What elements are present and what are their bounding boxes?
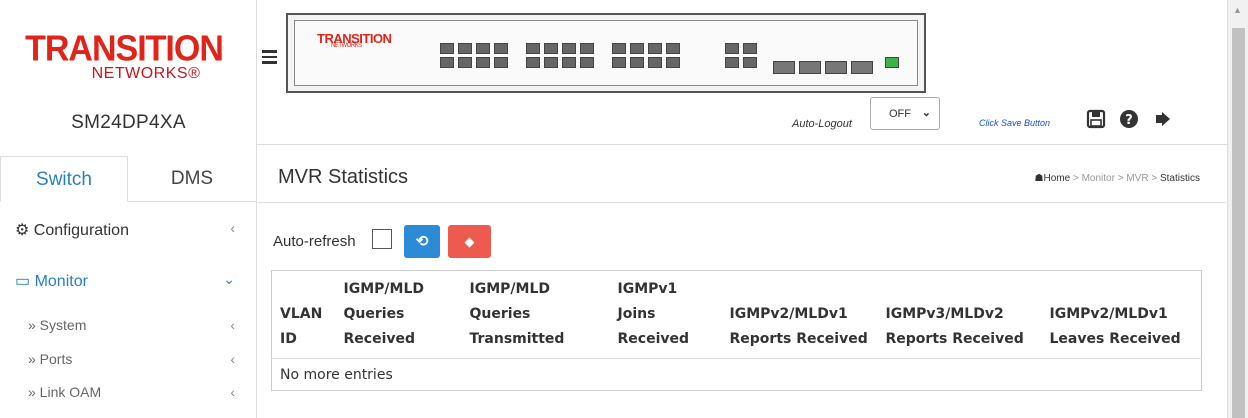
auto-logout-value: OFF — [889, 108, 911, 120]
top-bar: TRANSITION NETWORKS Auto-Logout OFF ⌄ Clic… — [257, 0, 1227, 145]
divider — [258, 202, 1226, 203]
svg-text:?: ? — [1125, 113, 1133, 128]
port — [580, 43, 594, 54]
sfp-port — [851, 61, 873, 74]
auto-refresh-checkbox[interactable] — [372, 229, 392, 249]
tab-dms[interactable]: DMS — [128, 156, 256, 202]
breadcrumb: ☗Home > Monitor > MVR > Statistics — [1034, 173, 1200, 184]
col-vlan-id: VLAN ID — [271, 270, 336, 359]
port — [648, 57, 662, 68]
sfp-port — [773, 61, 795, 74]
chevron-down-icon: ⌄ — [223, 271, 235, 287]
logo-text: TRANSITION — [25, 29, 224, 69]
port — [494, 43, 508, 54]
port — [612, 43, 626, 54]
chevron-left-icon: ‹ — [230, 317, 235, 333]
port — [630, 43, 644, 54]
scrollbar[interactable]: ▲ — [1227, 0, 1248, 418]
breadcrumb-home[interactable]: ☗Home — [1035, 173, 1071, 184]
hamburger-menu-icon[interactable] — [262, 50, 277, 64]
port — [494, 57, 508, 68]
port — [612, 57, 626, 68]
chevron-left-icon: ‹ — [230, 384, 235, 400]
submenu-system-label: » System — [28, 317, 87, 333]
auto-logout-label: Auto-Logout — [792, 118, 852, 130]
breadcrumb-monitor[interactable]: Monitor — [1082, 173, 1115, 184]
auto-refresh-label: Auto-refresh — [273, 233, 356, 250]
gear-icon: ⚙ — [15, 222, 30, 239]
scroll-up-icon[interactable]: ▲ — [1233, 5, 1242, 15]
sfp-port — [825, 61, 847, 74]
sfp-port — [799, 61, 821, 74]
chevron-down-icon: ⌄ — [921, 107, 931, 119]
port — [440, 57, 454, 68]
breadcrumb-mvr[interactable]: MVR — [1126, 173, 1148, 184]
port — [458, 43, 472, 54]
empty-message: No more entries — [280, 366, 393, 383]
menu-monitor-label: ▭ Monitor — [15, 273, 88, 290]
port — [630, 57, 644, 68]
table-header-row: VLAN ID IGMP/MLD Queries Received IGMP/M… — [271, 270, 1202, 359]
chevron-left-icon: ‹ — [230, 351, 235, 367]
breadcrumb-current: Statistics — [1159, 173, 1200, 184]
sidebar: TRANSITION NETWORKS® SM24DP4XA Switch DM… — [0, 0, 257, 418]
col-igmpv1-joins: IGMPv1 Joins Received — [609, 270, 722, 359]
port — [526, 57, 540, 68]
mvr-statistics-table: VLAN ID IGMP/MLD Queries Received IGMP/M… — [271, 270, 1202, 391]
col-queries-transmitted: IGMP/MLD Queries Transmitted — [461, 270, 610, 359]
clear-button[interactable]: ◆ — [448, 225, 491, 258]
port — [458, 57, 472, 68]
tab-switch[interactable]: Switch — [0, 156, 128, 202]
combo-port — [743, 57, 757, 68]
auto-logout-select[interactable]: OFF ⌄ — [870, 97, 940, 130]
mgmt-port — [885, 57, 899, 68]
port — [580, 57, 594, 68]
port — [526, 43, 540, 54]
panel-inner: TRANSITION NETWORKS — [294, 20, 918, 86]
port — [648, 43, 662, 54]
submenu-ports-label: » Ports — [28, 351, 73, 367]
device-model: SM24DP4XA — [71, 112, 186, 133]
page-title: MVR Statistics — [278, 166, 409, 188]
scrollbar-thumb[interactable] — [1232, 28, 1245, 418]
refresh-icon: ⟲ — [415, 233, 429, 250]
port — [562, 57, 576, 68]
sidebar-tabs: Switch DMS — [0, 156, 257, 202]
col-igmpv3-reports: IGMPv3/MLDv2 Reports Received — [877, 270, 1042, 359]
combo-port — [725, 43, 739, 54]
port — [666, 57, 680, 68]
port — [544, 43, 558, 54]
port — [476, 57, 490, 68]
submenu-link-oam-label: » Link OAM — [28, 384, 102, 400]
col-queries-received: IGMP/MLD Queries Received — [335, 270, 462, 359]
menu-configuration-label: ⚙ Configuration — [15, 222, 129, 239]
refresh-button[interactable]: ⟲ — [404, 225, 440, 258]
table-row: No more entries — [272, 359, 1202, 391]
combo-port — [725, 57, 739, 68]
save-hint: Click Save Button — [979, 118, 1051, 128]
port — [476, 43, 490, 54]
monitor-icon: ▭ — [15, 273, 31, 290]
logout-icon[interactable] — [1152, 109, 1174, 131]
col-igmpv2-leaves: IGMPv2/MLDv1 Leaves Received — [1041, 270, 1202, 359]
panel-logo: TRANSITION NETWORKS — [317, 31, 392, 49]
chevron-left-icon: ‹ — [230, 220, 235, 236]
brand-logo: TRANSITION NETWORKS® — [0, 12, 248, 102]
combo-port — [743, 43, 757, 54]
save-icon[interactable] — [1085, 109, 1107, 131]
port — [440, 43, 454, 54]
switch-front-panel: TRANSITION NETWORKS — [286, 13, 926, 93]
col-igmpv2-reports: IGMPv2/MLDv1 Reports Received — [721, 270, 878, 359]
port — [562, 43, 576, 54]
port — [666, 43, 680, 54]
help-icon[interactable]: ? — [1118, 109, 1140, 131]
port — [544, 57, 558, 68]
eraser-icon: ◆ — [464, 234, 475, 249]
